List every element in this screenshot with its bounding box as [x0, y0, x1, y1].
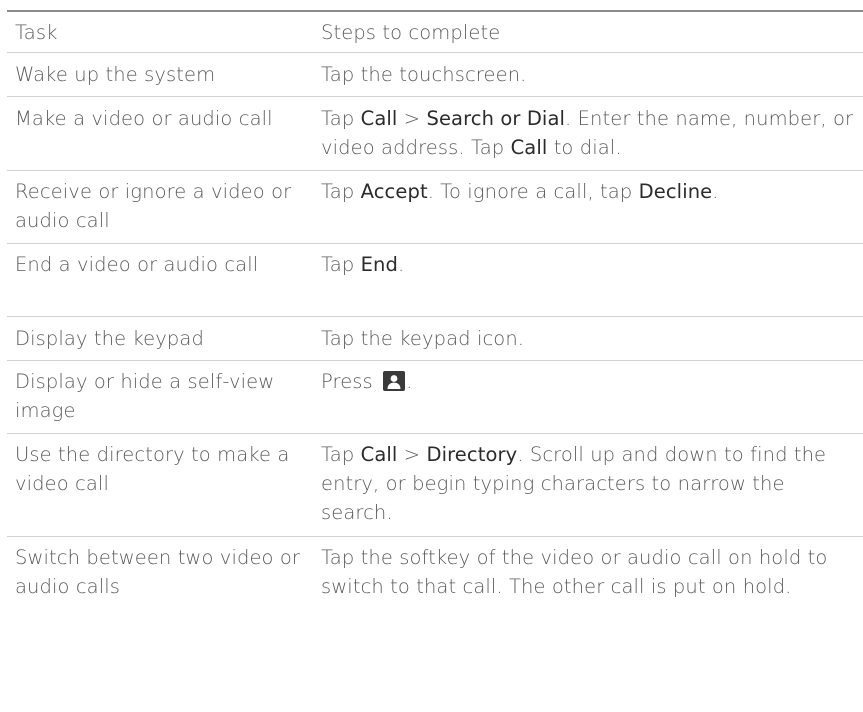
steps-text: . To ignore a call, tap [427, 180, 639, 203]
task-cell: Use the directory to make a video call [15, 443, 290, 495]
keyword-call: Call [360, 443, 398, 466]
steps-text: Tap the touchscreen. [321, 63, 527, 86]
steps-text: to dial. [547, 136, 622, 159]
keyword-search-or-dial: Search or Dial [426, 107, 566, 130]
task-cell: Wake up the system [15, 63, 216, 86]
header-task: Task [15, 21, 58, 44]
steps-text: Tap [321, 107, 361, 130]
table-row: Display the keypad Tap the keypad icon. [7, 317, 863, 361]
steps-cell: Tap the touchscreen. [321, 53, 863, 96]
steps-cell: Tap Call > Search or Dial. Enter the nam… [321, 97, 863, 170]
steps-cell: Tap the softkey of the video or audio ca… [321, 537, 863, 657]
keyword-directory: Directory [426, 443, 518, 466]
steps-cell: Tap End. [321, 244, 863, 316]
keyword-call: Call [360, 107, 398, 130]
steps-text: > [397, 443, 427, 466]
table-row: Wake up the system Tap the touchscreen. [7, 53, 863, 97]
table-row: Display or hide a self-view image Press … [7, 361, 863, 434]
self-view-icon [383, 371, 406, 391]
steps-text: Tap the keypad icon. [321, 327, 525, 350]
steps-text: Press [321, 370, 380, 393]
keyword-accept: Accept [360, 180, 428, 203]
steps-text: Tap [321, 253, 361, 276]
table-row: End a video or audio call Tap End. [7, 244, 863, 317]
table-row: Switch between two video or audio calls … [7, 537, 863, 657]
keyword-end: End [360, 253, 398, 276]
table-row: Use the directory to make a video call T… [7, 434, 863, 537]
table-row: Make a video or audio call Tap Call > Se… [7, 97, 863, 171]
steps-text: Tap the softkey of the video or audio ca… [321, 546, 828, 598]
steps-text: Tap [321, 180, 361, 203]
steps-cell: Tap the keypad icon. [321, 317, 863, 360]
keyword-decline: Decline [638, 180, 713, 203]
steps-text: . [406, 370, 413, 393]
steps-text: . [712, 180, 719, 203]
steps-cell: Tap Accept. To ignore a call, tap Declin… [321, 171, 863, 243]
keyword-call: Call [510, 136, 548, 159]
task-cell: Display the keypad [15, 327, 204, 350]
header-steps: Steps to complete [321, 21, 501, 44]
task-cell: Make a video or audio call [15, 107, 273, 130]
task-cell: End a video or audio call [15, 253, 259, 276]
steps-text: . [397, 253, 405, 276]
quick-reference-table: Task Steps to complete Wake up the syste… [7, 10, 863, 657]
steps-text: > [397, 107, 427, 130]
steps-cell: Tap Call > Directory. Scroll up and down… [321, 434, 863, 536]
task-cell: Display or hide a self-view image [15, 370, 275, 422]
table-row: Receive or ignore a video or audio call … [7, 171, 863, 244]
table-header-row: Task Steps to complete [7, 12, 863, 53]
task-cell: Switch between two video or audio calls [15, 546, 301, 598]
steps-text: Tap [321, 443, 361, 466]
steps-cell: Press . [321, 361, 863, 433]
task-cell: Receive or ignore a video or audio call [15, 180, 292, 232]
